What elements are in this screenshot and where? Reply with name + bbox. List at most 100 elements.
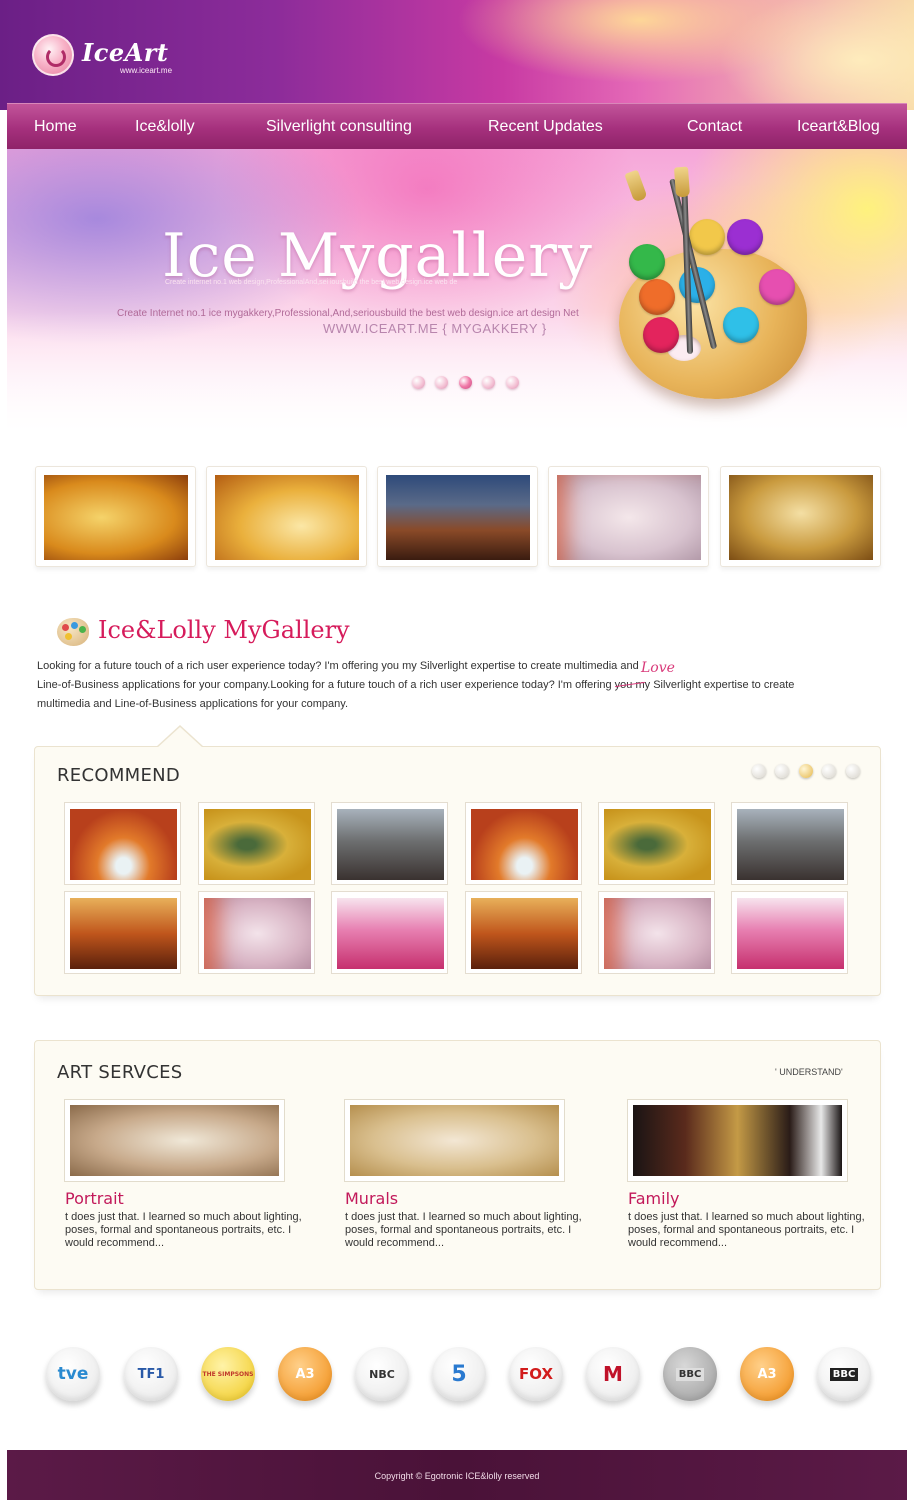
paint-palette-illustration — [619, 166, 809, 399]
nav-item-contact[interactable]: Contact — [687, 104, 742, 150]
recommend-item[interactable] — [598, 802, 715, 885]
palette-icon — [57, 618, 89, 646]
bbc-logo-icon[interactable]: BBC — [663, 1347, 717, 1401]
panel-pointer-inner — [157, 727, 203, 748]
service-title-murals[interactable]: Murals — [345, 1189, 398, 1208]
nav-item-silverlight-consulting[interactable]: Silverlight consulting — [266, 104, 412, 150]
featured-thumb-2[interactable] — [206, 466, 367, 567]
murals-image — [350, 1105, 559, 1176]
paint-green — [629, 244, 665, 280]
family-image — [633, 1105, 842, 1176]
service-title-family[interactable]: Family — [628, 1189, 679, 1208]
recommend-image — [204, 809, 311, 880]
recommend-item[interactable] — [64, 802, 181, 885]
recommend-item[interactable] — [198, 891, 315, 974]
recommend-image — [471, 898, 578, 969]
nav-item-recent-updates[interactable]: Recent Updates — [488, 104, 603, 150]
recommend-page-2[interactable] — [775, 764, 790, 778]
portrait-image — [70, 1105, 279, 1176]
simpsons-logo-icon[interactable]: THE SIMPSONS — [201, 1347, 255, 1401]
antena3-logo-icon[interactable]: A3 — [740, 1347, 794, 1401]
recommend-item[interactable] — [331, 891, 448, 974]
recommend-page-4[interactable] — [822, 764, 837, 778]
recommend-item[interactable] — [465, 802, 582, 885]
portrait-image-frame[interactable] — [64, 1099, 285, 1182]
brush-tip-left — [624, 169, 648, 203]
banner-slide-dots — [412, 376, 525, 390]
featured-thumb-3[interactable] — [377, 466, 538, 567]
paint-purple — [727, 219, 763, 255]
featured-image — [44, 475, 188, 560]
banner-dot-2[interactable] — [435, 376, 449, 389]
telecinco-logo-icon[interactable]: 5 — [432, 1347, 486, 1401]
recommend-item[interactable] — [465, 891, 582, 974]
featured-image — [557, 475, 701, 560]
recommend-item[interactable] — [731, 802, 848, 885]
recommend-pager — [752, 764, 865, 783]
recommend-page-3[interactable] — [798, 764, 813, 778]
iceart-logo-icon — [32, 34, 74, 76]
logo[interactable]: IceArt www.iceart.me — [32, 34, 192, 84]
recommend-item[interactable] — [598, 891, 715, 974]
paint-red — [643, 317, 679, 353]
nav-item-ice-lolly[interactable]: Ice&lolly — [135, 104, 195, 150]
gallery-title: Ice&Lolly MyGallery — [98, 616, 350, 644]
recommend-item[interactable] — [198, 802, 315, 885]
logo-url: www.iceart.me — [120, 66, 173, 75]
paint-magenta — [759, 269, 795, 305]
family-image-frame[interactable] — [627, 1099, 848, 1182]
handwritten-love: Love — [641, 660, 675, 676]
banner-dot-4[interactable] — [482, 376, 496, 389]
murals-image-frame[interactable] — [344, 1099, 565, 1182]
fox-logo-icon[interactable]: FOX — [509, 1347, 563, 1401]
paint-cyan — [723, 307, 759, 343]
footer-copyright: Copyright © Egotronic ICE&lolly reserved — [374, 1471, 540, 1481]
banner-url: WWW.ICEART.ME { MYGAKKERY } — [323, 321, 547, 336]
recommend-image — [70, 809, 177, 880]
service-desc-murals: t does just that. I learned so much abou… — [345, 1211, 582, 1249]
recommend-image — [604, 898, 711, 969]
service-desc-family: t does just that. I learned so much abou… — [628, 1211, 865, 1249]
logo-text: IceArt — [82, 38, 169, 67]
recommend-page-5[interactable] — [845, 764, 860, 778]
banner-dot-1[interactable] — [412, 376, 425, 389]
nav-item-iceart-blog[interactable]: Iceart&Blog — [797, 104, 880, 150]
antena3-logo-icon[interactable]: A3 — [278, 1347, 332, 1401]
featured-thumb-5[interactable] — [720, 466, 881, 567]
featured-thumb-1[interactable] — [35, 466, 196, 567]
recommend-item[interactable] — [331, 802, 448, 885]
m6-logo-icon[interactable]: M — [586, 1347, 640, 1401]
gallery-text-line-3: multimedia and Line-of-Business applicat… — [37, 698, 349, 710]
recommend-image — [204, 898, 311, 969]
art-services-title: ART SERVCES — [57, 1062, 183, 1083]
gallery-text-line-1: Looking for a future touch of a rich use… — [37, 660, 639, 672]
bbc-logo-icon[interactable]: BBC — [817, 1347, 871, 1401]
tve-logo-icon[interactable]: tve — [46, 1347, 100, 1401]
recommend-image — [737, 809, 844, 880]
banner-dot-3[interactable] — [458, 376, 472, 389]
recommend-item[interactable] — [64, 891, 181, 974]
featured-image — [386, 475, 530, 560]
banner-dot-5[interactable] — [505, 376, 519, 389]
recommend-image — [737, 898, 844, 969]
hero-banner: Ice Mygallery Create internet no.1 web d… — [7, 149, 907, 432]
understand-link[interactable]: ' UNDERSTAND' — [775, 1067, 843, 1077]
recommend-image — [337, 898, 444, 969]
paint-yellow — [689, 219, 725, 255]
banner-micro-text: Create internet no.1 web design,Professi… — [165, 279, 458, 286]
recommend-item[interactable] — [731, 891, 848, 974]
nav-item-home[interactable]: Home — [34, 104, 77, 150]
featured-thumb-4[interactable] — [548, 466, 709, 567]
recommend-image — [604, 809, 711, 880]
service-title-portrait[interactable]: Portrait — [65, 1189, 124, 1208]
recommend-page-1[interactable] — [752, 764, 766, 778]
nbc-logo-icon[interactable]: NBC — [355, 1347, 409, 1401]
recommend-image — [471, 809, 578, 880]
featured-image — [729, 475, 873, 560]
tf1-logo-icon[interactable]: TF1 — [124, 1347, 178, 1401]
banner-subtitle: Create Internet no.1 ice mygakkery,Profe… — [117, 308, 579, 319]
recommend-image — [337, 809, 444, 880]
service-desc-portrait: t does just that. I learned so much abou… — [65, 1211, 302, 1249]
gallery-text-line-2: Line-of-Business applications for your c… — [37, 679, 795, 691]
brush-tip-right — [673, 166, 691, 198]
